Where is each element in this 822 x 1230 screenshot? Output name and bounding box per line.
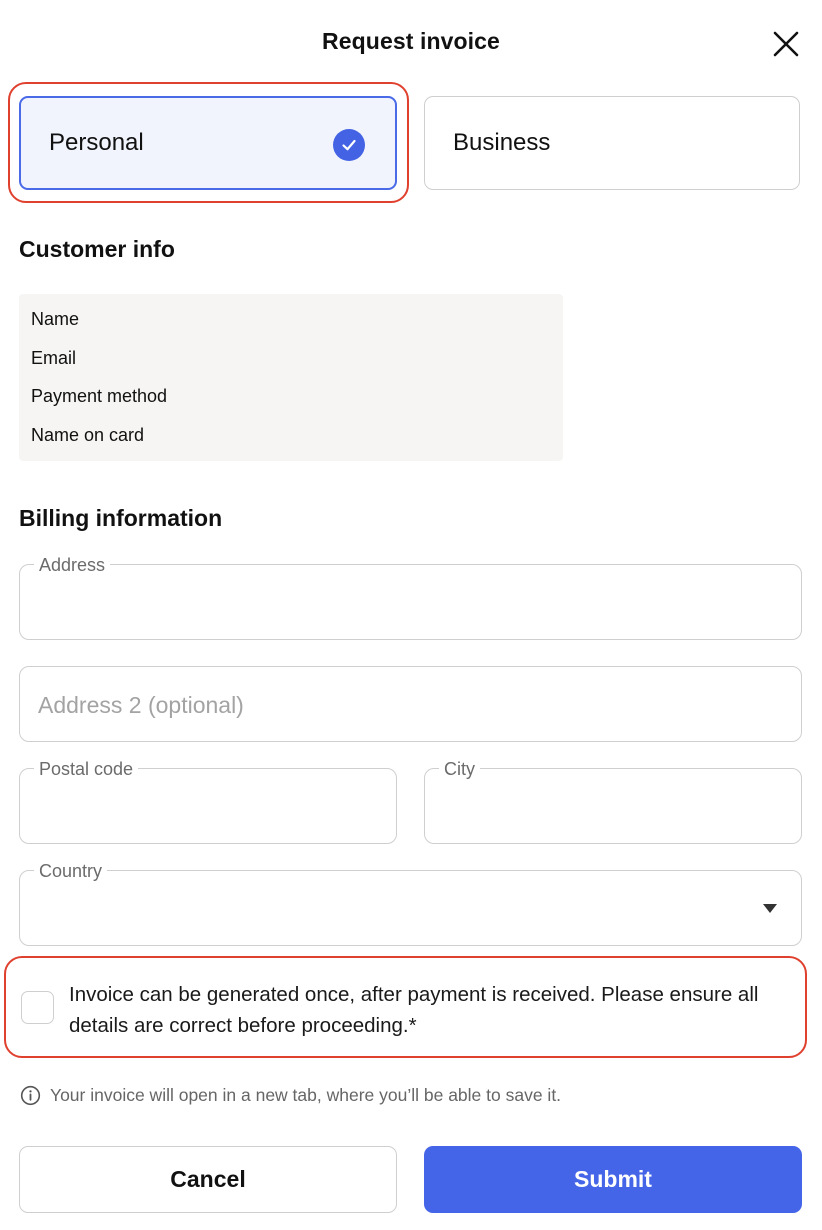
submit-button[interactable]: Submit <box>424 1146 802 1213</box>
info-icon <box>20 1085 41 1106</box>
invoice-type-personal-option[interactable]: Personal <box>19 96 397 190</box>
postal-code-field[interactable]: Postal code <box>19 759 397 844</box>
address-field[interactable]: Address <box>19 555 802 640</box>
invoice-type-business-label: Business <box>453 129 551 156</box>
consent-text: Invoice can be generated once, after pay… <box>69 983 759 1037</box>
customer-info-email: Email <box>31 347 77 368</box>
cancel-button[interactable]: Cancel <box>19 1146 397 1213</box>
postal-code-input[interactable] <box>38 791 378 823</box>
city-field[interactable]: City <box>424 759 802 844</box>
address-input[interactable] <box>38 587 783 619</box>
check-circle-icon <box>333 129 365 161</box>
address-label: Address <box>34 555 111 575</box>
invoice-note: Your invoice will open in a new tab, whe… <box>50 1085 562 1105</box>
country-select[interactable]: Country <box>19 861 802 946</box>
address2-field[interactable] <box>19 666 802 742</box>
postal-code-label: Postal code <box>34 759 139 779</box>
customer-info-name: Name <box>31 309 80 329</box>
customer-info-name-on-card: Name on card <box>31 424 145 445</box>
invoice-type-business-option[interactable]: Business <box>424 96 800 190</box>
caret-down-icon[interactable] <box>763 904 777 913</box>
billing-information-heading: Billing information <box>19 505 223 531</box>
consent-checkbox[interactable] <box>21 991 54 1024</box>
country-label: Country <box>34 861 108 881</box>
city-input[interactable] <box>443 791 783 823</box>
dialog-title: Request invoice <box>322 28 500 54</box>
customer-info-box: Name Email Payment method Name on card <box>19 294 563 461</box>
invoice-type-personal-label: Personal <box>49 129 144 156</box>
close-icon <box>773 31 799 57</box>
customer-info-heading: Customer info <box>19 236 175 262</box>
address2-input[interactable] <box>38 689 783 721</box>
city-label: City <box>439 759 480 779</box>
customer-info-payment-method: Payment method <box>31 386 168 406</box>
close-button[interactable] <box>770 28 802 60</box>
